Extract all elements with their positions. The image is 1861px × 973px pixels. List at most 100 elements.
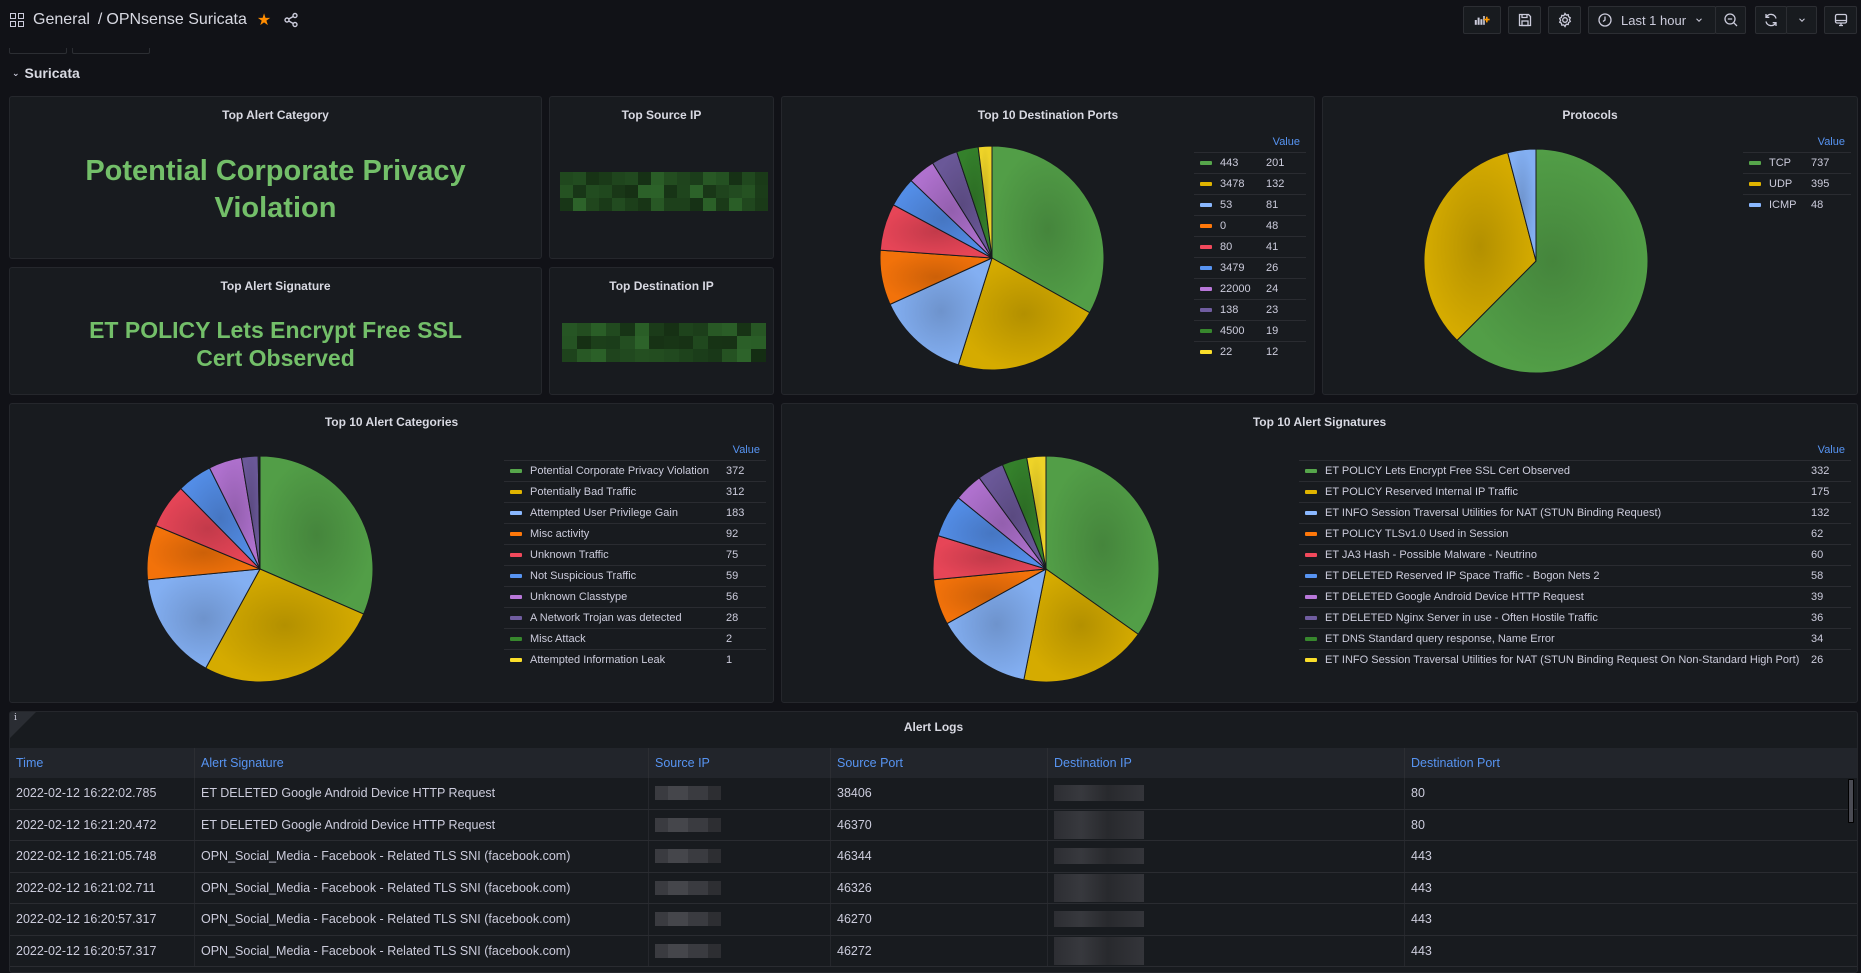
legend-label: UDP	[1769, 178, 1793, 190]
column-header-destination-port[interactable]: Destination Port	[1405, 748, 1857, 778]
legend-value: 132	[1266, 178, 1285, 190]
legend-item[interactable]: Unknown Classtype 56	[504, 586, 766, 607]
cell-destination-port: 443	[1405, 841, 1857, 872]
refresh-button[interactable]	[1755, 6, 1787, 34]
legend-color-swatch	[1305, 511, 1317, 515]
legend-item[interactable]: ET JA3 Hash - Possible Malware - Neutrin…	[1299, 544, 1851, 565]
panel-top-alert-signatures[interactable]: Top 10 Alert Signatures Value ET POLICY L…	[781, 403, 1858, 703]
panel-alert-logs[interactable]: i Alert Logs Time Alert Signature Source…	[9, 711, 1858, 973]
legend-item[interactable]: Not Suspicious Traffic 59	[504, 565, 766, 586]
legend-label: 138	[1220, 304, 1239, 316]
cell-alert-signature-text: OPN_Social_Media - Facebook - Related TL…	[201, 849, 571, 864]
legend-item[interactable]: UDP 395	[1743, 173, 1851, 194]
variable-tab-2[interactable]	[72, 48, 150, 54]
table-row[interactable]: 2022-02-12 16:21:20.472 ET DELETED Google…	[10, 809, 1857, 841]
table-row[interactable]: 2022-02-12 16:21:02.711 OPN_Social_Media …	[10, 872, 1857, 904]
panel-title: Top 10 Alert Signatures	[1252, 415, 1387, 429]
column-header-source-port[interactable]: Source Port	[831, 748, 1048, 778]
legend-item[interactable]: TCP 737	[1743, 152, 1851, 173]
cell-time: 2022-02-12 16:20:57.317	[10, 904, 195, 935]
table-row[interactable]: 2022-02-12 16:20:57.317 OPN_Social_Media …	[10, 935, 1857, 967]
cell-destination-ip	[1048, 872, 1405, 903]
apps-icon[interactable]	[10, 13, 24, 27]
legend-item[interactable]: ET DNS Standard query response, Name Err…	[1299, 628, 1851, 649]
panel-top-destination-ip[interactable]: Top Destination IP	[549, 267, 774, 395]
legend-item[interactable]: ET POLICY TLSv1.0 Used in Session 62	[1299, 523, 1851, 544]
legend-item[interactable]: 3479 26	[1194, 257, 1306, 278]
legend-item[interactable]: ET DELETED Reserved IP Space Traffic - B…	[1299, 565, 1851, 586]
panel-title: Top Alert Category	[222, 108, 329, 122]
legend-item[interactable]: 138 23	[1194, 299, 1306, 320]
table-header: Time Alert Signature Source IP Source Po…	[10, 748, 1857, 778]
variable-tab-1[interactable]	[9, 48, 67, 54]
panel-top-destination-ports[interactable]: Top 10 Destination Ports Value 443 201 3478…	[781, 96, 1315, 395]
save-dashboard-button[interactable]	[1508, 6, 1541, 34]
legend-item[interactable]: Attempted Information Leak 1	[504, 649, 766, 670]
panel-top-alert-categories[interactable]: Top 10 Alert Categories Value Potential C…	[9, 403, 774, 703]
legend-item[interactable]: ET POLICY Reserved Internal IP Traffic 17…	[1299, 481, 1851, 502]
legend-item[interactable]: Potential Corporate Privacy Violation 372	[504, 460, 766, 481]
legend-item[interactable]: A Network Trojan was detected 28	[504, 607, 766, 628]
cell-source-port: 46370	[831, 809, 1048, 840]
panel-protocols[interactable]: Protocols Value TCP 737 UDP 395 ICMP 48	[1322, 96, 1858, 395]
breadcrumb-folder[interactable]: General	[33, 11, 90, 29]
share-icon[interactable]	[283, 12, 299, 28]
legend-item[interactable]: 22 12	[1194, 341, 1306, 362]
legend-item[interactable]: 4500 19	[1194, 320, 1306, 341]
legend-item[interactable]: ET POLICY Lets Encrypt Free SSL Cert Obs…	[1299, 460, 1851, 481]
legend-item[interactable]: 80 41	[1194, 236, 1306, 257]
column-header-destination-ip[interactable]: Destination IP	[1048, 748, 1405, 778]
add-panel-button[interactable]	[1463, 6, 1501, 34]
legend-item[interactable]: ET INFO Session Traversal Utilities for …	[1299, 502, 1851, 523]
pie-slice-attempted-information-leak[interactable]	[258, 455, 261, 570]
zoom-out-button[interactable]	[1715, 6, 1746, 34]
column-header-alert-signature[interactable]: Alert Signature	[195, 748, 649, 778]
legend-value-header[interactable]: Value	[1743, 132, 1851, 152]
legend-item[interactable]: Unknown Traffic 75	[504, 544, 766, 565]
legend-item[interactable]: ICMP 48	[1743, 194, 1851, 215]
legend-item[interactable]: Misc activity 92	[504, 523, 766, 544]
legend-item[interactable]: Misc Attack 2	[504, 628, 766, 649]
table-scrollbar[interactable]	[1848, 779, 1854, 823]
time-range-picker[interactable]: Last 1 hour	[1588, 6, 1716, 34]
legend-item[interactable]: 0 48	[1194, 215, 1306, 236]
column-header-time[interactable]: Time	[10, 748, 195, 778]
legend-value-header[interactable]: Value	[1299, 440, 1851, 460]
zoom-out-icon	[1723, 13, 1737, 27]
table-row[interactable]: 2022-02-12 16:22:02.785 ET DELETED Google…	[10, 778, 1857, 810]
legend-item[interactable]: ET DELETED Google Android Device HTTP Re…	[1299, 586, 1851, 607]
row-header-suricata[interactable]: ⌄ Suricata	[12, 65, 80, 81]
legend-item[interactable]: 53 81	[1194, 194, 1306, 215]
legend-item[interactable]: Attempted User Privilege Gain 183	[504, 502, 766, 523]
legend-item[interactable]: 443 201	[1194, 152, 1306, 173]
table-row[interactable]: 2022-02-12 16:20:57.317 OPN_Social_Media …	[10, 904, 1857, 936]
panel-top-source-ip[interactable]: Top Source IP	[549, 96, 774, 259]
legend-value-header[interactable]: Value	[504, 440, 766, 460]
legend-color-swatch	[1200, 329, 1212, 333]
panel-top-alert-category[interactable]: Top Alert Category Potential Corporate P…	[9, 96, 542, 259]
pie-chart-destination-ports	[879, 145, 1105, 371]
panel-top-alert-signature[interactable]: Top Alert Signature ET POLICY Lets Encry…	[9, 267, 542, 395]
legend-item[interactable]: ET INFO Session Traversal Utilities for …	[1299, 649, 1851, 670]
legend-item[interactable]: Potentially Bad Traffic 312	[504, 481, 766, 502]
table-row[interactable]: 2022-02-12 16:21:05.748 OPN_Social_Media …	[10, 841, 1857, 873]
legend-item[interactable]: 3478 132	[1194, 173, 1306, 194]
legend-item[interactable]: 22000 24	[1194, 278, 1306, 299]
legend-value: 58	[1811, 570, 1824, 582]
legend-value: 59	[726, 570, 739, 582]
cell-destination-ip	[1048, 841, 1405, 872]
star-icon[interactable]: ★	[257, 10, 271, 30]
legend-destination-ports: Value 443 201 3478 132 53 81 0 48 80 41 3479 26 22000…	[1194, 132, 1306, 362]
legend-alert-signatures: Value ET POLICY Lets Encrypt Free SSL Cer…	[1299, 440, 1851, 670]
dashboard-settings-button[interactable]	[1548, 6, 1581, 34]
tv-mode-button[interactable]	[1824, 6, 1857, 34]
refresh-interval-dropdown[interactable]	[1786, 6, 1817, 34]
legend-item[interactable]: ET DELETED Nginx Server in use - Often H…	[1299, 607, 1851, 628]
column-header-source-ip[interactable]: Source IP	[649, 748, 831, 778]
legend-label: ICMP	[1769, 199, 1797, 211]
cell-destination-port: 443	[1405, 936, 1857, 967]
chevron-down-icon: ⌄	[12, 67, 20, 78]
dashboard-title[interactable]: OPNsense Suricata	[106, 11, 247, 29]
legend-value-header[interactable]: Value	[1194, 132, 1306, 152]
legend-label: 22000	[1220, 283, 1251, 295]
